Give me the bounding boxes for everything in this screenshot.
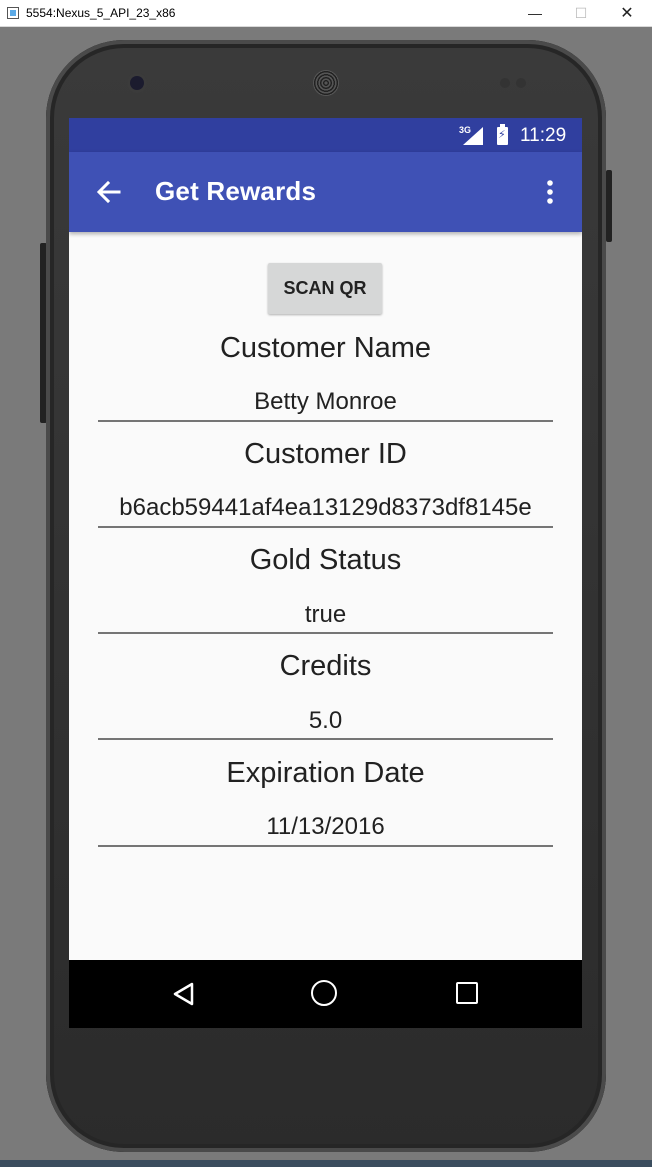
triangle-back-icon[interactable]: [171, 981, 197, 1007]
maximize-button[interactable]: ☐: [558, 0, 604, 27]
expiration-date-label: Expiration Date: [226, 757, 425, 789]
signal-strength-icon: [463, 127, 483, 145]
customer-id-field[interactable]: b6acb59441af4ea13129d8373df8145e: [98, 494, 553, 522]
customer-name-field[interactable]: Betty Monroe: [98, 388, 553, 416]
page-title: Get Rewards: [155, 176, 317, 206]
power-button[interactable]: [606, 170, 612, 242]
expiration-date-field[interactable]: 11/13/2016: [98, 813, 553, 841]
status-clock: 11:29: [520, 125, 567, 146]
customer-name-underline: [98, 420, 553, 422]
front-camera-icon: [130, 76, 144, 90]
customer-id-underline: [98, 526, 553, 528]
credits-field[interactable]: 5.0: [98, 707, 553, 735]
window-title: 5554:Nexus_5_API_23_x86: [26, 6, 176, 20]
system-navigation-bar: [69, 960, 582, 1028]
device-screen: 3G 11:29 Get Rewards SCAN QR Customer Na…: [69, 118, 582, 1028]
circle-home-icon[interactable]: [311, 980, 337, 1006]
proximity-sensor-icon: [500, 78, 510, 88]
emulator-app-icon: [7, 7, 19, 19]
customer-id-label: Customer ID: [244, 438, 407, 470]
gold-status-field[interactable]: true: [98, 601, 553, 629]
expiration-date-underline: [98, 845, 553, 847]
gold-status-underline: [98, 632, 553, 634]
more-vert-icon[interactable]: [535, 177, 565, 207]
arrow-left-icon[interactable]: [89, 172, 129, 212]
credits-label: Credits: [279, 650, 372, 682]
battery-charging-icon: [497, 124, 508, 145]
window-titlebar: 5554:Nexus_5_API_23_x86 — ☐ ✕: [0, 0, 652, 27]
scan-qr-button[interactable]: SCAN QR: [268, 263, 382, 314]
square-recents-icon[interactable]: [456, 982, 478, 1004]
window-bottom-edge: [0, 1160, 652, 1167]
customer-name-label: Customer Name: [219, 332, 432, 364]
speaker-grille-icon: [313, 70, 339, 96]
status-bar: 3G 11:29: [69, 118, 582, 152]
gold-status-label: Gold Status: [249, 544, 402, 576]
credits-underline: [98, 738, 553, 740]
close-button[interactable]: ✕: [604, 0, 650, 27]
app-toolbar: Get Rewards: [69, 152, 582, 232]
minimize-button[interactable]: —: [512, 0, 558, 27]
